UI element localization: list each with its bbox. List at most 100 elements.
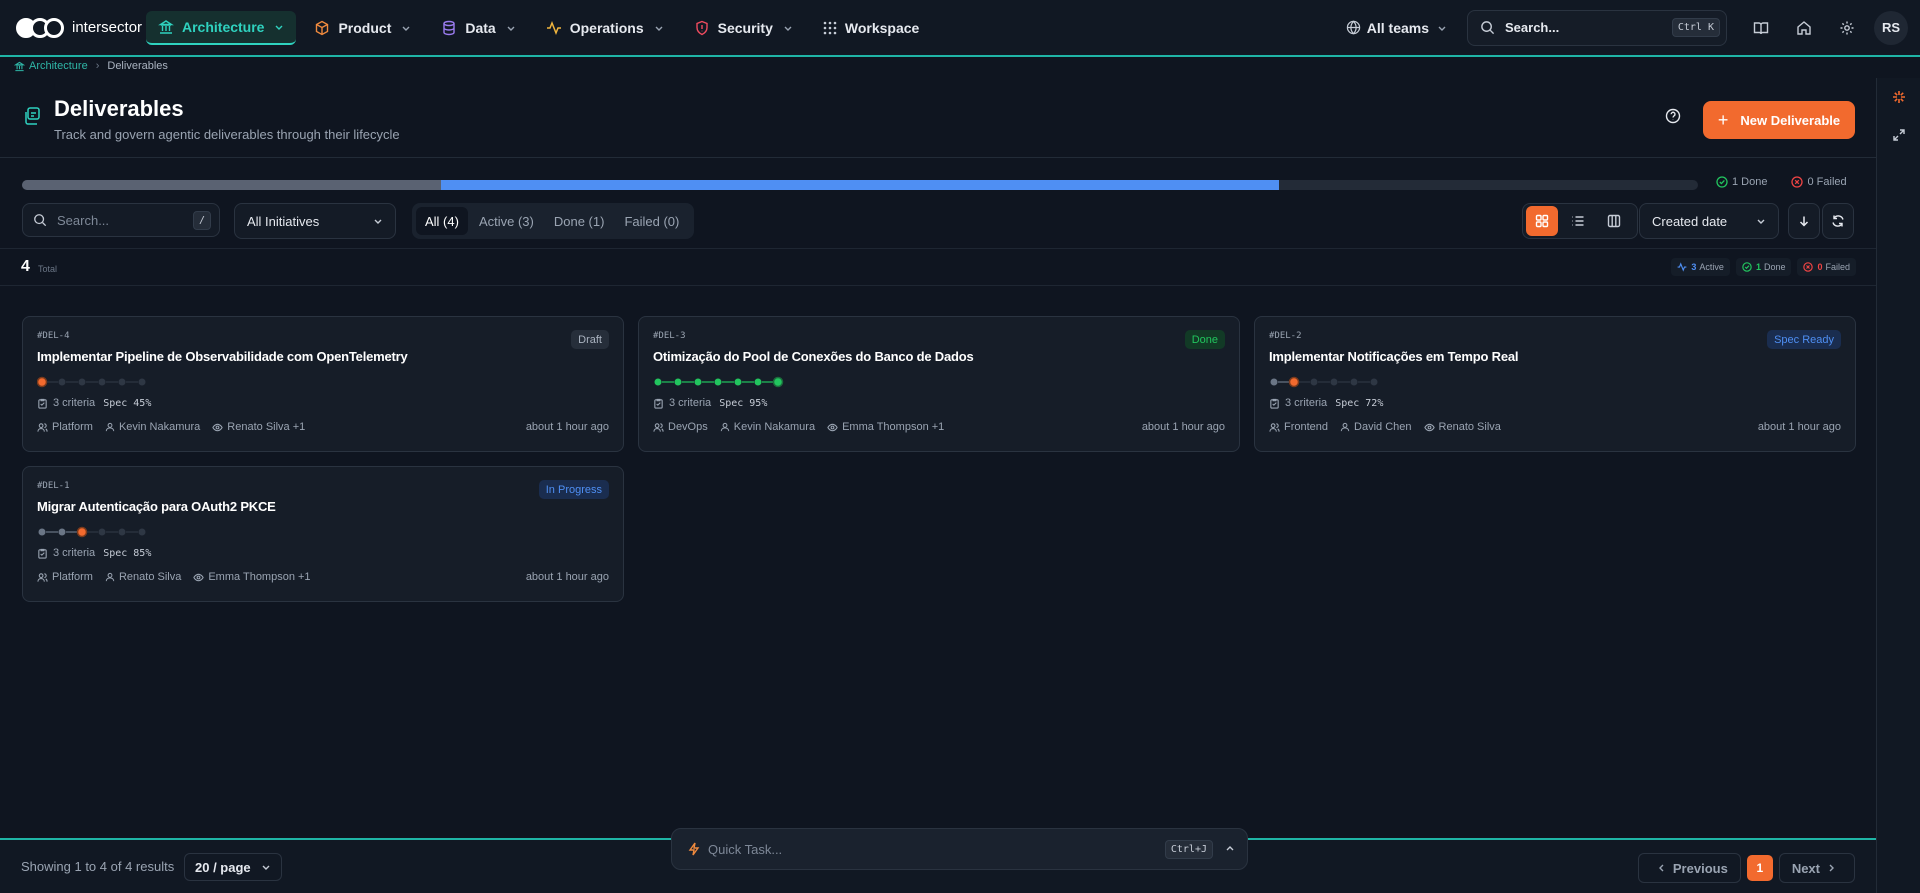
deliverables-search-input[interactable]: Search... / [22, 203, 220, 237]
criteria-count: 3 criteria [669, 397, 712, 409]
settings-button[interactable] [1825, 10, 1868, 46]
eye-icon [1423, 422, 1439, 433]
list-view-button[interactable] [1562, 206, 1594, 236]
tab-all[interactable]: All (4) [416, 207, 468, 235]
nav-product[interactable]: Product [302, 11, 423, 45]
deliverable-id: #DEL-1 [37, 481, 70, 491]
stage-dot [734, 378, 742, 386]
previous-label: Previous [1672, 860, 1728, 876]
stage-dot [58, 378, 66, 386]
nav-architecture[interactable]: Architecture [146, 10, 297, 45]
team-name: Frontend [1284, 421, 1329, 433]
new-deliverable-label: New Deliverable [1740, 112, 1841, 128]
stage-dot [772, 376, 784, 388]
cube-icon [314, 20, 330, 36]
top-nav: intersector Architecture Product Data Op… [0, 0, 1920, 57]
tab-active[interactable]: Active (3) [470, 207, 543, 235]
total-count: 4 [21, 258, 30, 275]
stage-dot [78, 378, 86, 386]
deliverable-card[interactable]: #DEL-2 Implementar Notificações em Tempo… [1254, 316, 1856, 452]
deliverable-card[interactable]: #DEL-3 Otimização do Pool de Conexões do… [638, 316, 1240, 452]
new-deliverable-button[interactable]: + New Deliverable [1703, 101, 1855, 139]
stage-dot [654, 378, 662, 386]
eye-icon [827, 422, 842, 433]
nav-data[interactable]: Data [429, 11, 527, 45]
page-number-button[interactable]: 1 [1746, 855, 1773, 881]
spec-value: 85% [133, 547, 152, 559]
global-search[interactable]: Search... Ctrl K [1467, 9, 1727, 46]
grid-view-icon [1535, 214, 1549, 228]
users-icon [37, 422, 52, 433]
progress-done-segment [22, 180, 441, 190]
page-size-select[interactable]: 20 / page [184, 853, 282, 881]
home-button[interactable] [1782, 10, 1825, 46]
criteria-count: 3 criteria [53, 547, 96, 559]
nav-label: Workspace [844, 19, 920, 36]
spec-value: 45% [133, 397, 152, 409]
people-row: Platform Renato Silva Emma Thompson +1 [37, 571, 323, 583]
results-summary: Showing 1 to 4 of 4 results [21, 859, 175, 874]
nav-operations[interactable]: Operations [534, 11, 676, 45]
previous-page-button[interactable]: Previous [1637, 853, 1741, 883]
sort-direction-button[interactable] [1788, 203, 1820, 239]
updated-time: about 1 hour ago [525, 571, 609, 583]
spec-label: Spec [103, 547, 128, 559]
grid-view-button[interactable] [1526, 206, 1558, 236]
stage-dot [58, 528, 66, 536]
sparkle-icon [1891, 89, 1907, 105]
breadcrumb-current: Deliverables [107, 60, 168, 72]
app-logo[interactable]: intersector [16, 17, 146, 38]
initiative-filter-value: All Initiatives [247, 213, 320, 229]
stage-dot [714, 378, 722, 386]
initiative-filter-select[interactable]: All Initiatives [234, 203, 396, 239]
next-label: Next [1791, 860, 1820, 876]
clipboard-icon [1269, 398, 1285, 409]
quick-task-bar[interactable]: Quick Task... Ctrl+J [671, 828, 1248, 870]
search-placeholder: Search... [1505, 20, 1560, 35]
stage-dot [76, 526, 88, 538]
stage-dot [1310, 378, 1318, 386]
agent-panel-button[interactable] [1877, 78, 1920, 116]
progress-active-segment [441, 180, 1279, 190]
failed-label: Failed [1825, 262, 1850, 272]
user-icon [1340, 422, 1354, 432]
status-progress-bar [22, 180, 1698, 190]
check-circle-icon [1742, 262, 1756, 272]
x-circle-icon [1803, 262, 1817, 272]
nav-workspace[interactable]: Workspace [811, 11, 931, 45]
sort-select[interactable]: Created date [1639, 203, 1779, 239]
teams-selector[interactable]: All teams [1346, 20, 1447, 36]
chevron-down-icon [401, 23, 411, 33]
deliverable-card[interactable]: #DEL-1 Migrar Autenticação para OAuth2 P… [22, 466, 624, 602]
help-icon[interactable] [1665, 108, 1681, 124]
deliverable-title: Implementar Notificações em Tempo Real [1269, 349, 1519, 364]
next-page-button[interactable]: Next [1778, 853, 1855, 883]
tab-failed[interactable]: Failed (0) [615, 207, 688, 235]
legend-done-label: 1 Done [1732, 176, 1768, 188]
docs-button[interactable] [1739, 10, 1782, 46]
users-icon [1269, 422, 1284, 433]
avatar[interactable]: RS [1874, 10, 1908, 45]
breadcrumb: Architecture › Deliverables [14, 60, 168, 72]
stage-dot [754, 378, 762, 386]
board-view-button[interactable] [1598, 206, 1630, 236]
chevron-up-icon[interactable] [1225, 844, 1235, 854]
stage-dot [98, 378, 106, 386]
legend-failed: 0 Failed [1791, 176, 1847, 188]
stage-stepper [37, 376, 146, 388]
nav-label: Product [338, 19, 392, 36]
chevron-down-icon [654, 23, 664, 33]
deliverable-card[interactable]: #DEL-4 Implementar Pipeline de Observabi… [22, 316, 624, 452]
stage-stepper [1270, 376, 1378, 388]
breadcrumb-architecture[interactable]: Architecture [29, 60, 88, 72]
stage-dot [674, 378, 682, 386]
chevron-down-icon [373, 216, 383, 226]
chevron-down-icon [1756, 216, 1766, 226]
expand-button[interactable] [1877, 116, 1920, 154]
status-badge: Done [1184, 330, 1225, 349]
nav-security[interactable]: Security [682, 11, 805, 45]
refresh-button[interactable] [1822, 203, 1854, 239]
criteria-row: 3 criteria Spec 45% [37, 397, 151, 409]
stage-dot [1350, 378, 1358, 386]
tab-done[interactable]: Done (1) [545, 207, 614, 235]
